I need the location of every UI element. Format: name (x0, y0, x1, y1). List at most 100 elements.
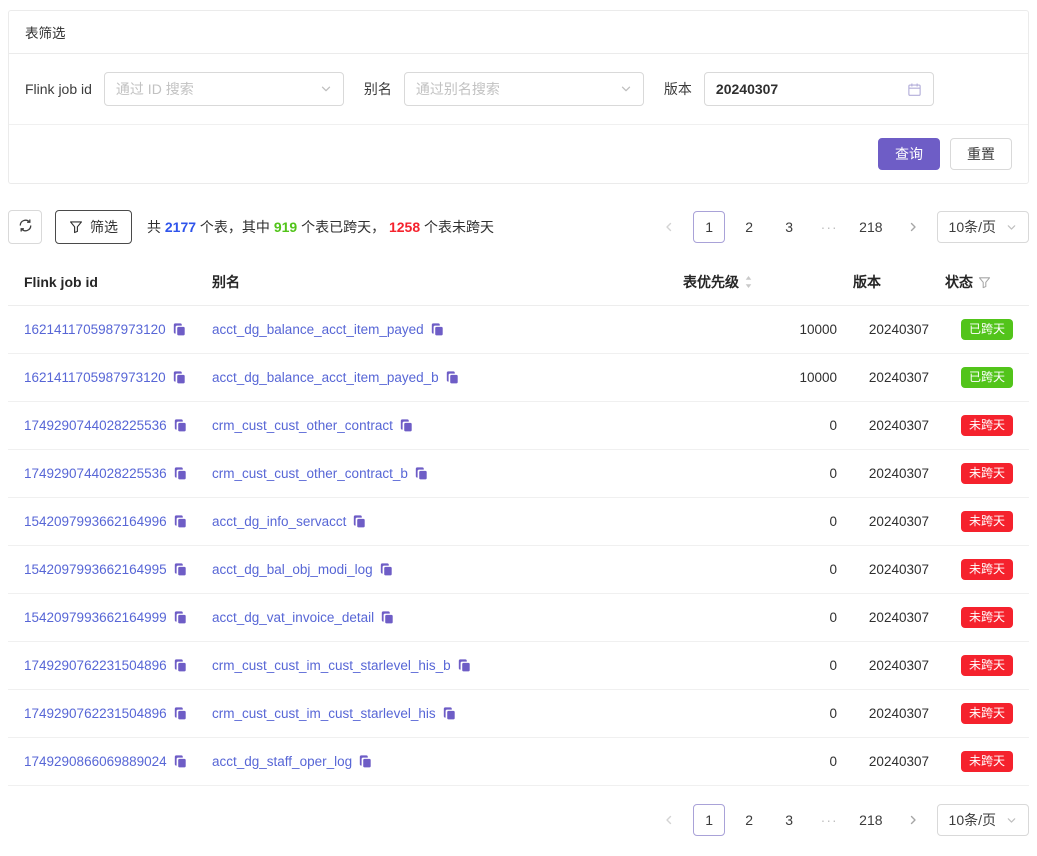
flink-job-id-select[interactable]: 通过 ID 搜索 (104, 72, 344, 106)
page-button-2[interactable]: 2 (733, 211, 765, 243)
alias-link[interactable]: acct_dg_vat_invoice_detail (212, 610, 374, 625)
copy-icon[interactable] (173, 371, 186, 384)
version-value: 20240307 (716, 81, 778, 97)
status-badge: 未跨天 (961, 511, 1013, 532)
table-row: 1542097993662164996 acct_dg_info_servacc… (8, 498, 1029, 546)
copy-icon[interactable] (174, 515, 187, 528)
filter-button-label: 筛选 (90, 217, 118, 237)
priority-cell: 0 (675, 450, 845, 498)
page-ellipsis[interactable]: ··· (813, 211, 845, 243)
flink-job-id-cell: 1749290762231504896 (8, 642, 204, 690)
alias-link[interactable]: crm_cust_cust_im_cust_starlevel_his_b (212, 658, 451, 673)
copy-icon[interactable] (380, 563, 393, 576)
status-cell: 未跨天 (937, 546, 1029, 594)
copy-icon[interactable] (458, 659, 471, 672)
priority-cell: 0 (675, 594, 845, 642)
flink-job-id-link[interactable]: 1621411705987973120 (24, 322, 166, 337)
copy-icon[interactable] (174, 755, 187, 768)
refresh-button[interactable] (8, 210, 42, 244)
page-size-label: 10条/页 (949, 217, 996, 237)
flink-job-id-link[interactable]: 1542097993662164999 (24, 610, 167, 625)
version-label: 版本 (664, 79, 692, 99)
copy-icon[interactable] (415, 467, 428, 480)
alias-select[interactable]: 通过别名搜索 (404, 72, 644, 106)
copy-icon[interactable] (174, 611, 187, 624)
alias-cell: crm_cust_cust_other_contract (204, 402, 675, 450)
summary-text: 共 2177 个表，其中 919 个表已跨天， 1258 个表未跨天 (147, 217, 494, 237)
flink-job-id-cell: 1621411705987973120 (8, 354, 204, 402)
table-row: 1621411705987973120 acct_dg_balance_acct… (8, 354, 1029, 402)
sort-icon[interactable] (744, 275, 753, 289)
page-button-last[interactable]: 218 (853, 804, 888, 836)
column-filter-icon[interactable] (978, 276, 991, 289)
query-button[interactable]: 查询 (878, 138, 940, 170)
page-button-3[interactable]: 3 (773, 804, 805, 836)
version-cell: 20240307 (845, 498, 937, 546)
flink-job-id-link[interactable]: 1749290762231504896 (24, 658, 167, 673)
copy-icon[interactable] (446, 371, 459, 384)
copy-icon[interactable] (353, 515, 366, 528)
prev-page-button[interactable] (653, 804, 685, 836)
alias-link[interactable]: crm_cust_cust_other_contract_b (212, 466, 408, 481)
page-ellipsis[interactable]: ··· (813, 804, 845, 836)
copy-icon[interactable] (431, 323, 444, 336)
page-size-select[interactable]: 10条/页 (937, 804, 1029, 836)
page-size-select[interactable]: 10条/页 (937, 211, 1029, 243)
header-status-label: 状态 (945, 272, 973, 292)
page-button-2[interactable]: 2 (733, 804, 765, 836)
page-button-1[interactable]: 1 (693, 211, 725, 243)
copy-icon[interactable] (359, 755, 372, 768)
filter-toggle-button[interactable]: 筛选 (55, 210, 132, 244)
alias-cell: acct_dg_balance_acct_item_payed (204, 306, 675, 354)
copy-icon[interactable] (443, 707, 456, 720)
version-cell: 20240307 (845, 402, 937, 450)
flink-job-id-field: Flink job id 通过 ID 搜索 (25, 72, 364, 106)
priority-cell: 0 (675, 690, 845, 738)
pagination-bottom: 1 2 3 ··· 218 10条/页 (653, 804, 1029, 836)
status-badge: 未跨天 (961, 463, 1013, 484)
prev-page-button[interactable] (653, 211, 685, 243)
flink-job-id-link[interactable]: 1749290744028225536 (24, 418, 167, 433)
page-button-1[interactable]: 1 (693, 804, 725, 836)
alias-link[interactable]: acct_dg_balance_acct_item_payed_b (212, 370, 439, 385)
page-button-last[interactable]: 218 (853, 211, 888, 243)
filter-card-title: 表筛选 (9, 11, 1028, 54)
total-count: 2177 (165, 219, 196, 235)
reset-button[interactable]: 重置 (950, 138, 1012, 170)
funnel-icon (69, 220, 83, 234)
table-row: 1749290744028225536 crm_cust_cust_other_… (8, 450, 1029, 498)
copy-icon[interactable] (174, 467, 187, 480)
flink-job-id-link[interactable]: 1542097993662164996 (24, 514, 167, 529)
version-date-input[interactable]: 20240307 (704, 72, 934, 106)
status-cell: 未跨天 (937, 738, 1029, 786)
copy-icon[interactable] (174, 419, 187, 432)
alias-link[interactable]: acct_dg_balance_acct_item_payed (212, 322, 424, 337)
alias-link[interactable]: crm_cust_cust_im_cust_starlevel_his (212, 706, 436, 721)
flink-job-id-link[interactable]: 1749290762231504896 (24, 706, 167, 721)
copy-icon[interactable] (173, 323, 186, 336)
status-cell: 未跨天 (937, 594, 1029, 642)
table-row: 1542097993662164999 acct_dg_vat_invoice_… (8, 594, 1029, 642)
flink-job-id-cell: 1542097993662164995 (8, 546, 204, 594)
priority-cell: 0 (675, 402, 845, 450)
alias-link[interactable]: crm_cust_cust_other_contract (212, 418, 393, 433)
chevron-left-icon (663, 221, 675, 233)
flink-job-id-link[interactable]: 1749290744028225536 (24, 466, 167, 481)
alias-link[interactable]: acct_dg_bal_obj_modi_log (212, 562, 373, 577)
chevron-down-icon (620, 83, 632, 95)
copy-icon[interactable] (174, 659, 187, 672)
refresh-icon (18, 218, 33, 236)
uncrossed-count: 1258 (389, 219, 420, 235)
flink-job-id-link[interactable]: 1542097993662164995 (24, 562, 167, 577)
next-page-button[interactable] (897, 211, 929, 243)
page-button-3[interactable]: 3 (773, 211, 805, 243)
copy-icon[interactable] (174, 707, 187, 720)
alias-label: 别名 (364, 79, 392, 99)
copy-icon[interactable] (174, 563, 187, 576)
copy-icon[interactable] (381, 611, 394, 624)
calendar-icon (907, 82, 922, 97)
alias-link[interactable]: acct_dg_info_servacct (212, 514, 346, 529)
next-page-button[interactable] (897, 804, 929, 836)
flink-job-id-link[interactable]: 1621411705987973120 (24, 370, 166, 385)
copy-icon[interactable] (400, 419, 413, 432)
